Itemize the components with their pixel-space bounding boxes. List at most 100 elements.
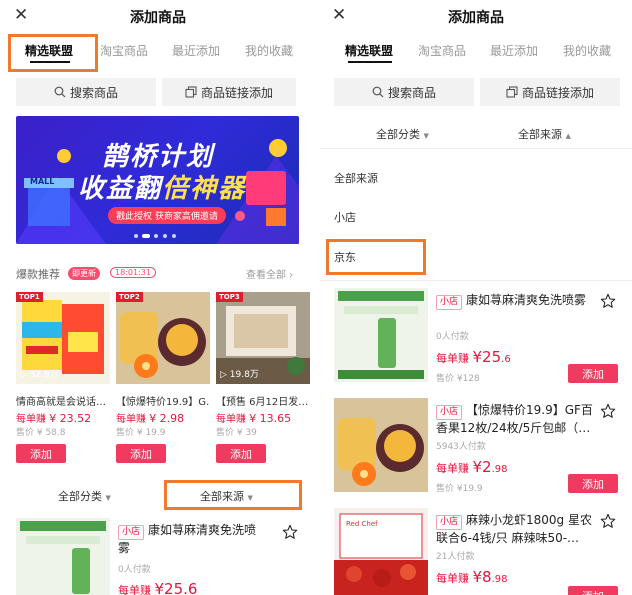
close-icon[interactable]: ✕ — [14, 5, 28, 25]
spray-product-image — [16, 518, 110, 595]
banner-title-line2a: 收益翻 — [78, 174, 163, 204]
star-icon[interactable] — [600, 293, 616, 309]
view-count: ▷ 32.9万 — [20, 370, 59, 380]
product-card[interactable]: TOP3 ▷ 19.8万 【预售 6月12日发… 每单赚 ¥ 13.65 售价 … — [216, 292, 310, 472]
promo-banner[interactable]: MALL 鹊桥计划 收益翻倍神器 戳此授权 获商家高佣邀请 — [16, 116, 299, 244]
earn-value-decimal: .98 — [491, 574, 508, 585]
tab-featured-alliance[interactable]: 精选联盟 — [345, 42, 393, 59]
tab-recent-added[interactable]: 最近添加 — [172, 42, 220, 59]
source-option-all[interactable]: 全部来源 — [334, 170, 378, 186]
star-icon[interactable] — [600, 403, 616, 419]
caret-down-icon: ▼ — [423, 132, 429, 140]
carousel-dot[interactable] — [163, 234, 167, 238]
close-icon[interactable]: ✕ — [332, 5, 346, 25]
tab-active-underline — [348, 61, 392, 63]
view-count-value: 19.8万 — [229, 370, 259, 380]
sale-price: 售价 ¥ 19.9 — [116, 428, 166, 438]
passion-fruit-image — [116, 292, 210, 384]
earn-value-decimal: .6 — [501, 354, 511, 365]
star-icon[interactable] — [600, 513, 616, 529]
earn-value: ¥8 — [472, 568, 492, 586]
category-filter[interactable]: 全部分类 ▼ — [58, 488, 111, 504]
banner-mall-sign: MALL — [30, 177, 55, 186]
source-option-shop[interactable]: 小店 — [334, 209, 356, 225]
product-list-item[interactable]: 小店 【惊爆特价19.9】GF百香果12枚/24枚/5斤包邮（… 5943人付款 … — [334, 398, 632, 498]
tab-my-favorites[interactable]: 我的收藏 — [563, 42, 611, 59]
add-button[interactable]: 添加 — [568, 364, 618, 383]
chevron-right-icon: › — [286, 270, 294, 281]
earn-per-order: 每单赚 ¥2.98 — [436, 458, 508, 476]
search-goods-button[interactable]: 搜索商品 — [16, 78, 156, 106]
view-count: ▷ 19.8万 — [220, 370, 259, 380]
product-title: 小店 康如荨麻清爽免洗喷雾 — [118, 522, 268, 557]
copy-link-icon — [185, 86, 197, 98]
earn-label: 每单赚 — [116, 414, 146, 425]
shop-tag: 小店 — [118, 525, 145, 540]
see-all-link[interactable]: 查看全部 › — [246, 266, 293, 281]
product-list-item[interactable]: Red Chef 小店 麻辣小龙虾1800g 星农联合6-4钱/只 麻辣味50-…… — [334, 508, 632, 595]
earn-label: 每单赚 — [118, 584, 151, 595]
earn-value-decimal: .98 — [491, 464, 508, 475]
buyers-count: 5943人付款 — [436, 442, 486, 452]
sale-price: 售价 ¥128 — [436, 374, 480, 384]
page-title: 添加商品 — [448, 10, 504, 26]
carousel-dot[interactable] — [154, 234, 158, 238]
highlight-box-tab — [8, 34, 98, 72]
carousel-dot[interactable] — [134, 234, 138, 238]
earn-value: ¥25 — [472, 348, 502, 366]
earn-value: ¥25.6 — [154, 580, 198, 595]
link-add-button[interactable]: 商品链接添加 — [480, 78, 620, 106]
tab-recent-added[interactable]: 最近添加 — [490, 42, 538, 59]
category-filter[interactable]: 全部分类 ▼ — [376, 126, 429, 142]
product-image — [334, 398, 428, 492]
sale-price: 售价 ¥19.9 — [436, 484, 483, 494]
product-card[interactable]: TOP1 ▷ 32.9万 情商高就是会说话… 每单赚 ¥ 23.52 售价 ¥ … — [16, 292, 110, 472]
tab-taobao-goods[interactable]: 淘宝商品 — [100, 42, 148, 59]
search-goods-button[interactable]: 搜索商品 — [334, 78, 474, 106]
right-panel: ✕ 添加商品 精选联盟 淘宝商品 最近添加 我的收藏 搜索商品 商品链接添加 全… — [320, 0, 632, 595]
shop-tag: 小店 — [436, 515, 463, 530]
buyers-count: 0人付款 — [436, 332, 469, 342]
search-goods-label: 搜索商品 — [387, 85, 436, 100]
earn-value: ¥ 13.65 — [249, 412, 292, 425]
see-all-label: 查看全部 — [246, 270, 286, 281]
product-title-text: 康如荨麻清爽免洗喷雾 — [466, 293, 587, 307]
earn-per-order: 每单赚 ¥8.98 — [436, 568, 508, 586]
search-goods-label: 搜索商品 — [69, 85, 118, 100]
product-name: 情商高就是会说话… — [16, 397, 106, 408]
carousel-dot-active[interactable] — [142, 234, 150, 238]
sale-price: 售价 ¥ 58.8 — [16, 428, 66, 438]
add-button[interactable]: 添加 — [568, 586, 618, 595]
copy-link-icon — [506, 86, 518, 98]
earn-label: 每单赚 — [16, 414, 46, 425]
link-add-button[interactable]: 商品链接添加 — [162, 78, 296, 106]
product-title: 小店 康如荨麻清爽免洗喷雾 — [436, 292, 596, 310]
product-image — [334, 288, 428, 382]
product-list-item[interactable]: 小店 康如荨麻清爽免洗喷雾 0人付款 每单赚 ¥25.6 — [16, 518, 314, 595]
carousel-dot[interactable] — [172, 234, 176, 238]
add-button[interactable]: 添加 — [116, 444, 166, 463]
earn-value: ¥ 2.98 — [149, 412, 185, 425]
tab-taobao-goods[interactable]: 淘宝商品 — [418, 42, 466, 59]
source-filter[interactable]: 全部来源 ▲ — [518, 126, 571, 142]
star-icon[interactable] — [282, 524, 298, 540]
shop-tag: 小店 — [436, 405, 463, 420]
category-filter-label: 全部分类 — [58, 490, 102, 503]
earn-value: ¥2 — [472, 458, 492, 476]
earn-label: 每单赚 — [216, 414, 246, 425]
banner-cta-button[interactable]: 戳此授权 获商家高佣邀请 — [108, 207, 226, 224]
add-button[interactable]: 添加 — [216, 444, 266, 463]
tab-my-favorites[interactable]: 我的收藏 — [245, 42, 293, 59]
link-add-label: 商品链接添加 — [521, 85, 594, 100]
rank-badge: TOP2 — [116, 292, 143, 302]
product-title: 小店 【惊爆特价19.9】GF百香果12枚/24枚/5斤包邮（… — [436, 402, 596, 436]
product-list-item[interactable]: 小店 康如荨麻清爽免洗喷雾 0人付款 每单赚 ¥25.6 售价 ¥128 添加 — [334, 288, 632, 388]
buyers-count: 0人付款 — [118, 565, 151, 575]
rank-badge: TOP3 — [216, 292, 243, 302]
product-card[interactable]: TOP2 【惊爆特价19.9】G… 每单赚 ¥ 2.98 售价 ¥ 19.9 添… — [116, 292, 210, 472]
page-title: 添加商品 — [130, 10, 186, 26]
add-button[interactable]: 添加 — [568, 474, 618, 493]
add-button[interactable]: 添加 — [16, 444, 66, 463]
dropdown-divider — [320, 280, 632, 281]
svg-text:Red Chef: Red Chef — [346, 520, 378, 528]
